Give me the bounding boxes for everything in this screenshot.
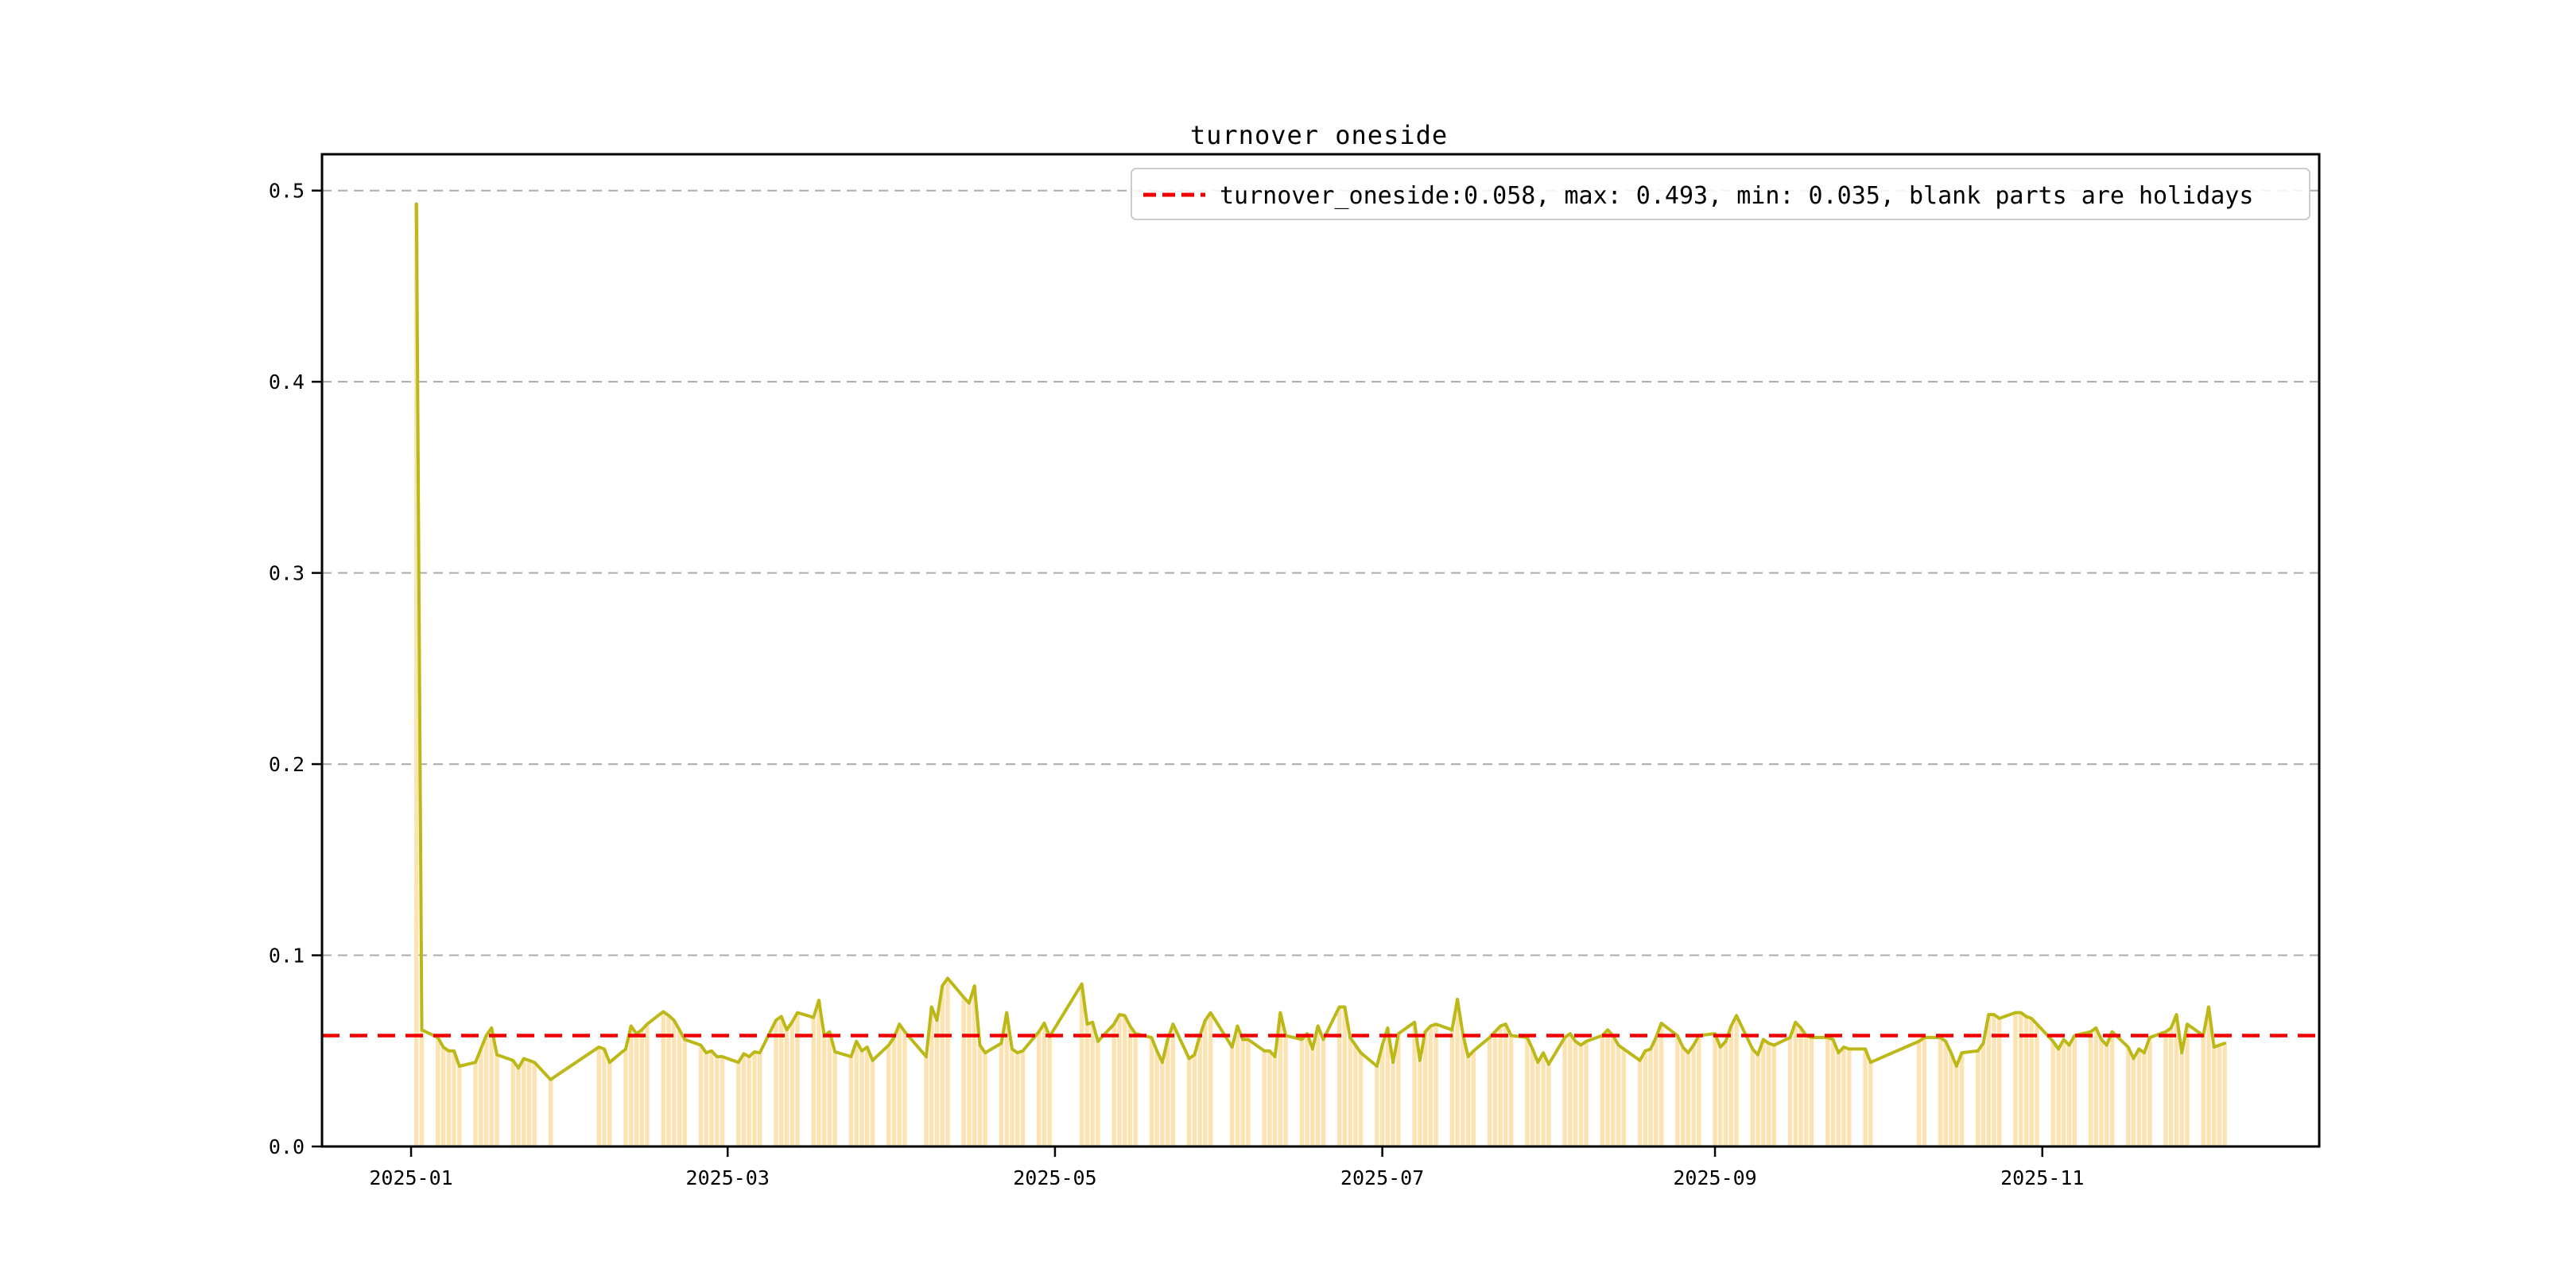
turnover-bars	[414, 204, 2227, 1146]
axes-frame	[322, 154, 2319, 1146]
turnover-line	[417, 204, 2225, 1080]
svg-text:0.0: 0.0	[269, 1135, 305, 1158]
grid-lines	[322, 191, 2319, 956]
svg-text:0.3: 0.3	[269, 562, 305, 585]
svg-text:2025-09: 2025-09	[1673, 1166, 1756, 1189]
svg-text:2025-11: 2025-11	[2000, 1166, 2084, 1189]
svg-text:0.5: 0.5	[269, 180, 305, 203]
turnover-chart: 0.0 0.1 0.2 0.3 0.4 0.5 2025-01 2025-03 2025-05…	[0, 0, 2576, 1288]
svg-text:0.1: 0.1	[269, 945, 305, 968]
x-axis-ticks: 2025-01 2025-03 2025-05 2025-07 2025-09 2025-…	[369, 1146, 2084, 1189]
legend-box: turnover_oneside:0.058, max: 0.493, min:…	[1131, 169, 2310, 219]
chart-title: turnover oneside	[1190, 120, 1448, 150]
y-axis-ticks: 0.0 0.1 0.2 0.3 0.4 0.5	[269, 180, 322, 1158]
svg-text:2025-03: 2025-03	[686, 1166, 770, 1189]
svg-text:2025-07: 2025-07	[1340, 1166, 1424, 1189]
svg-text:0.2: 0.2	[269, 753, 305, 776]
svg-text:0.4: 0.4	[269, 370, 305, 394]
svg-text:2025-01: 2025-01	[369, 1166, 452, 1189]
legend-label: turnover_oneside:0.058, max: 0.493, min:…	[1220, 182, 2253, 210]
svg-text:2025-05: 2025-05	[1013, 1166, 1096, 1189]
chart-canvas: 0.0 0.1 0.2 0.3 0.4 0.5 2025-01 2025-03 2025-05…	[0, 0, 2576, 1288]
